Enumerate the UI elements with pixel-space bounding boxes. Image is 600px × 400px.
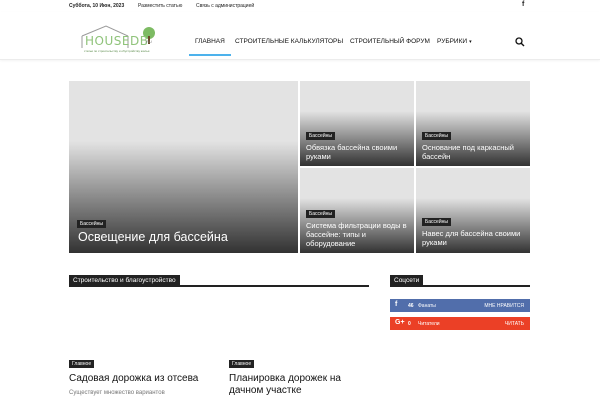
featured-title[interactable]: Навес для бассейна своими руками: [422, 229, 528, 247]
site-logo[interactable]: HOUSEDB .RU статьи по строительству и об…: [80, 24, 160, 56]
category-badge[interactable]: Бассейны: [422, 218, 451, 226]
featured-tile[interactable]: Бассейны Навес для бассейна своими рукам…: [416, 168, 530, 253]
category-badge[interactable]: Бассейны: [306, 210, 335, 218]
follower-label: Читатели: [418, 321, 440, 327]
section-header-social: Соцсети: [390, 275, 530, 287]
site-header: HOUSEDB .RU статьи по строительству и об…: [0, 12, 600, 60]
post-excerpt: Существует множество вариантов: [69, 390, 165, 396]
google-plus-icon: G+: [395, 319, 405, 326]
follower-count: 0: [408, 321, 411, 327]
like-button[interactable]: Мне нравится: [484, 303, 524, 309]
category-badge[interactable]: Бассейны: [306, 132, 335, 140]
nav-categories[interactable]: Рубрики ▾: [437, 38, 472, 45]
social-row-google-plus[interactable]: G+ 0 Читатели Читать: [390, 317, 530, 330]
category-badge[interactable]: Бассейны: [77, 220, 106, 228]
post-category-badge[interactable]: Главное: [229, 360, 255, 368]
logo-text: HOUSEDB: [85, 34, 149, 48]
featured-tile-large[interactable]: Бассейны Освещение для бассейна: [69, 81, 298, 253]
social-row-facebook[interactable]: f 46 Фанаты Мне нравится: [390, 299, 530, 312]
post-title[interactable]: Садовая дорожка из отсева: [69, 373, 219, 385]
chevron-down-icon: ▾: [469, 39, 472, 45]
category-badge[interactable]: Бассейны: [422, 132, 451, 140]
post-category-badge[interactable]: Главное: [69, 360, 95, 368]
featured-tile[interactable]: Бассейны Система фильтрации воды в бассе…: [300, 168, 414, 253]
top-bar: Суббота, 10 Июн, 2023 Разместить статью …: [0, 0, 600, 12]
follower-label: Фанаты: [418, 303, 436, 309]
nav-categories-label: Рубрики: [437, 38, 468, 45]
submit-article-link[interactable]: Разместить статью: [138, 3, 182, 9]
logo-domain-suffix: .RU: [145, 39, 152, 44]
post-title[interactable]: Планировка дорожек на дачном участке: [229, 373, 369, 397]
nav-forum[interactable]: Строительный форум: [350, 38, 430, 45]
section-title[interactable]: Строительство и благоустройство: [69, 275, 180, 287]
featured-title[interactable]: Основание под каркасный бассейн: [422, 143, 526, 161]
read-button[interactable]: Читать: [505, 321, 524, 327]
facebook-icon: f: [395, 301, 398, 308]
featured-title[interactable]: Система фильтрации воды в бассейне: типы…: [306, 221, 414, 248]
section-header-construction: Строительство и благоустройство: [69, 275, 369, 287]
featured-tile[interactable]: Бассейны Обвязка бассейна своими руками: [300, 81, 414, 166]
section-title: Соцсети: [390, 275, 424, 287]
search-icon[interactable]: [515, 37, 525, 47]
current-date: Суббота, 10 Июн, 2023: [69, 3, 125, 9]
featured-title[interactable]: Обвязка бассейна своими руками: [306, 143, 410, 161]
logo-tagline: статьи по строительству и обустройству ж…: [84, 49, 150, 53]
featured-tile[interactable]: Бассейны Основание под каркасный бассейн: [416, 81, 530, 166]
contact-admin-link[interactable]: Связь с администрацией: [196, 3, 254, 9]
follower-count: 46: [408, 303, 414, 309]
nav-home[interactable]: Главная: [189, 38, 231, 56]
featured-title[interactable]: Освещение для бассейна: [78, 230, 288, 245]
facebook-icon[interactable]: f: [522, 1, 524, 8]
nav-calculators[interactable]: Строительные калькуляторы: [235, 38, 343, 45]
